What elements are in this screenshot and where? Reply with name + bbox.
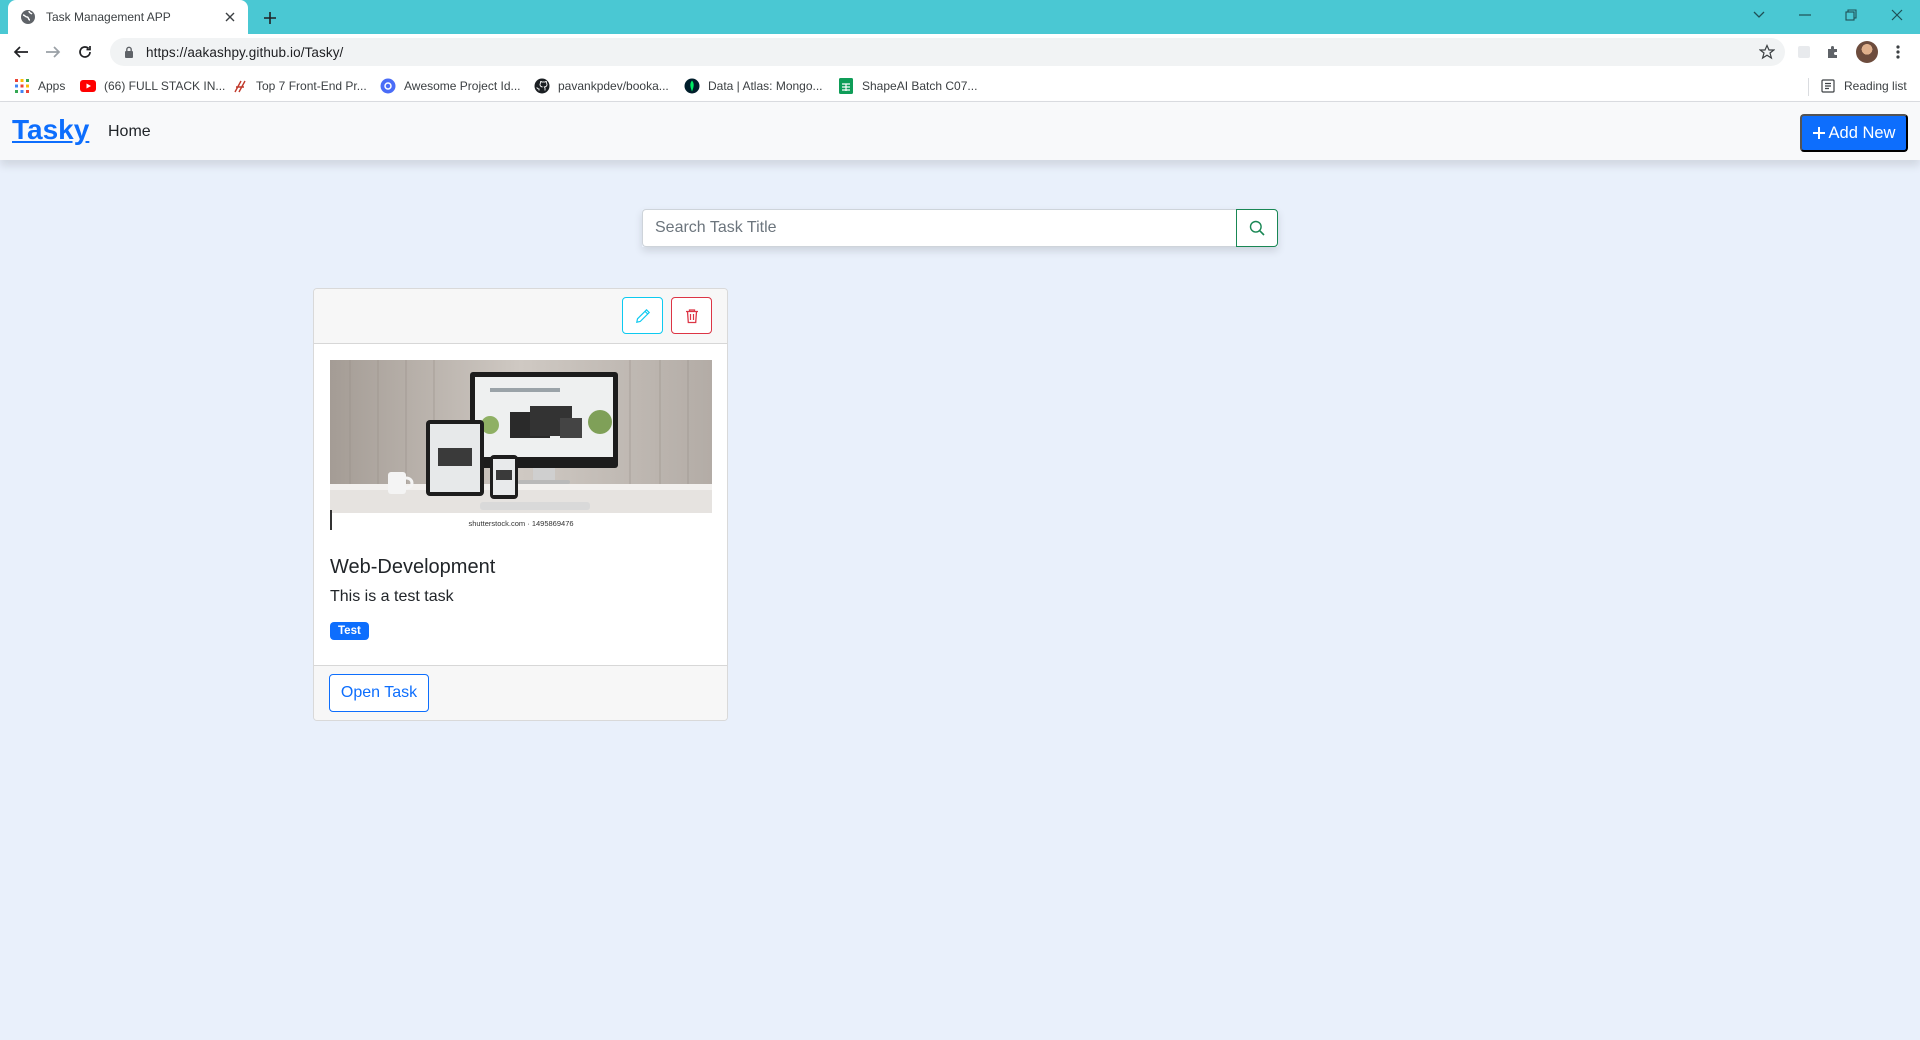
task-image: shutterstock.com · 1495869476 — [330, 360, 712, 530]
back-icon[interactable] — [8, 39, 34, 65]
open-task-button[interactable]: Open Task — [329, 674, 429, 712]
bookmark-label: Awesome Project Id... — [404, 79, 521, 93]
task-search-group — [642, 209, 1278, 247]
extension-placeholder-icon[interactable] — [1794, 42, 1814, 62]
bookmark-label: (66) FULL STACK IN... — [104, 79, 226, 93]
bookmark-pavankpdev[interactable]: pavankpdev/booka... — [534, 76, 669, 96]
reading-list-icon — [1820, 78, 1836, 94]
brand-logo-link[interactable]: Tasky — [12, 114, 89, 146]
task-card: shutterstock.com · 1495869476 Web-Develo… — [313, 288, 728, 721]
forward-icon[interactable] — [40, 39, 66, 65]
sheets-icon — [838, 78, 854, 94]
bookmark-favicon-icon — [232, 78, 248, 94]
add-new-label: Add New — [1828, 123, 1896, 142]
profile-avatar[interactable] — [1856, 41, 1878, 63]
close-tab-icon[interactable] — [222, 9, 238, 25]
bookmark-full-stack[interactable]: (66) FULL STACK IN... — [80, 76, 225, 96]
address-bar[interactable]: https://aakashpy.github.io/Tasky/ — [110, 38, 1785, 66]
bookmark-shapeai[interactable]: ShapeAI Batch C07... — [838, 76, 977, 96]
apps-grid-icon — [14, 78, 30, 94]
search-button[interactable] — [1236, 209, 1278, 247]
search-icon — [1249, 220, 1265, 236]
plus-icon — [1812, 127, 1825, 139]
bookmarks-divider — [1808, 78, 1809, 96]
reload-icon[interactable] — [72, 39, 98, 65]
youtube-icon — [80, 78, 96, 94]
browser-tab-strip: Task Management APP — [0, 0, 1920, 34]
browser-menu-icon[interactable] — [1888, 42, 1908, 62]
bookmark-label: Apps — [38, 79, 66, 93]
bookmark-star-icon[interactable] — [1759, 44, 1775, 60]
search-task-input[interactable] — [642, 209, 1236, 247]
task-card-body: shutterstock.com · 1495869476 Web-Develo… — [314, 344, 727, 666]
reading-list-label: Reading list — [1844, 79, 1907, 93]
nav-home-link[interactable]: Home — [108, 123, 151, 141]
edit-task-button[interactable] — [622, 297, 663, 334]
bookmark-top-7-front-end[interactable]: Top 7 Front-End Pr... — [232, 76, 367, 96]
lock-icon — [122, 45, 136, 59]
tab-title: Task Management APP — [46, 10, 171, 24]
task-tag-badge: Test — [330, 622, 369, 640]
minimize-icon[interactable] — [1782, 0, 1828, 30]
reading-list-button[interactable]: Reading list — [1820, 76, 1907, 96]
image-caption: shutterstock.com · 1495869476 — [468, 519, 573, 528]
pencil-icon — [635, 308, 651, 324]
app-navbar: Tasky Home Add New — [0, 102, 1920, 160]
browser-toolbar: https://aakashpy.github.io/Tasky/ — [0, 34, 1920, 70]
browser-tab[interactable]: Task Management APP — [8, 0, 248, 34]
bookmarks-bar: Apps (66) FULL STACK IN... Top 7 Front-E… — [0, 70, 1920, 102]
bookmark-awesome-project[interactable]: Awesome Project Id... — [380, 76, 521, 96]
bookmark-apps[interactable]: Apps — [14, 76, 65, 96]
bookmark-label: ShapeAI Batch C07... — [862, 79, 978, 93]
tab-search-icon[interactable] — [1736, 0, 1782, 30]
mongodb-icon — [684, 78, 700, 94]
bookmark-mongodb-atlas[interactable]: Data | Atlas: Mongo... — [684, 76, 823, 96]
bookmark-label: Data | Atlas: Mongo... — [708, 79, 823, 93]
bookmark-label: pavankpdev/booka... — [558, 79, 669, 93]
task-description: This is a test task — [330, 588, 454, 605]
trash-icon — [684, 308, 700, 324]
restore-icon[interactable] — [1828, 0, 1874, 30]
add-new-button[interactable]: Add New — [1800, 114, 1908, 152]
new-tab-button[interactable] — [259, 7, 281, 29]
task-card-header — [314, 289, 727, 344]
github-icon — [534, 78, 550, 94]
bookmark-label: Top 7 Front-End Pr... — [256, 79, 367, 93]
close-window-icon[interactable] — [1874, 0, 1920, 30]
globe-icon — [380, 78, 396, 94]
task-card-footer: Open Task — [314, 665, 727, 720]
globe-icon — [20, 9, 36, 25]
url-text: https://aakashpy.github.io/Tasky/ — [146, 44, 344, 60]
extensions-puzzle-icon[interactable] — [1823, 42, 1843, 62]
task-title: Web-Development — [330, 556, 496, 578]
delete-task-button[interactable] — [671, 297, 712, 334]
